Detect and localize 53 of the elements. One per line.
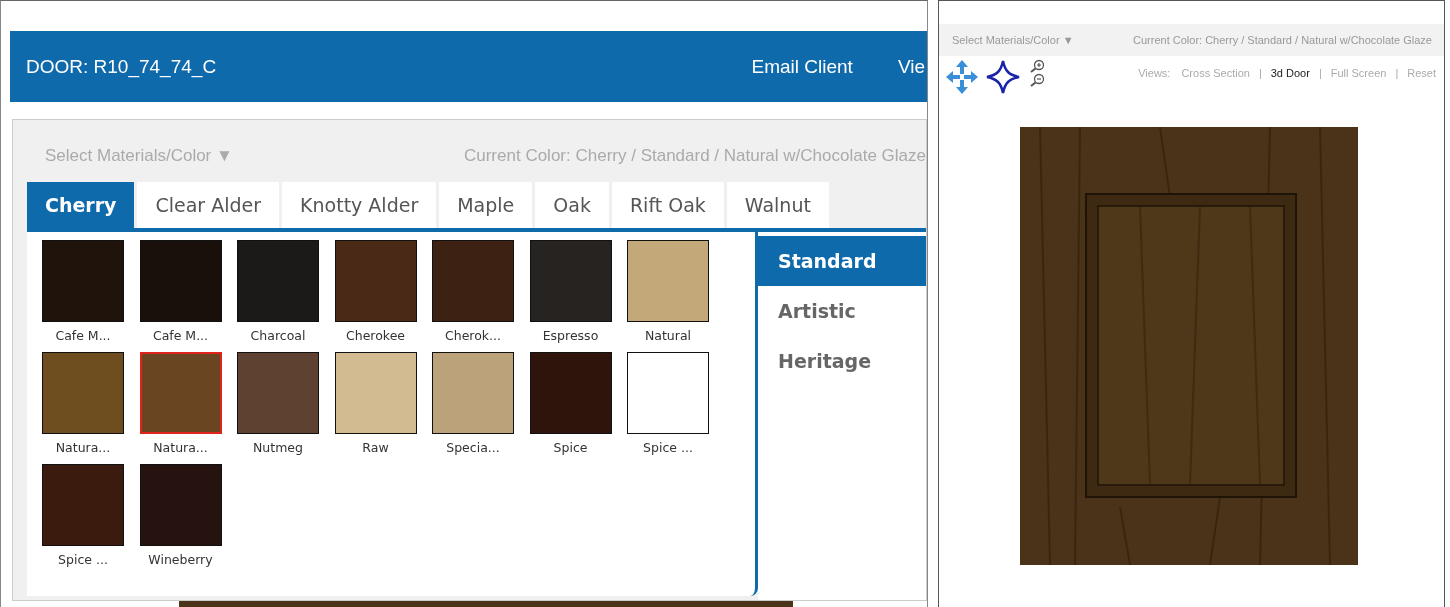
- swatch-label: Spice ...: [643, 439, 693, 457]
- separator-text: |: [1258, 67, 1262, 81]
- color-swatch[interactable]: [334, 240, 417, 322]
- swatch-label: Raw: [362, 439, 389, 457]
- header-link[interactable]: Vie: [897, 55, 925, 78]
- swatch-label: Cherokee: [346, 327, 405, 345]
- color-swatch[interactable]: [139, 464, 222, 546]
- swatch-label: Specia...: [446, 439, 500, 457]
- color-swatch[interactable]: [139, 352, 222, 434]
- separator-text: |: [1395, 67, 1399, 81]
- wood-tab[interactable]: Rift Oak: [611, 182, 724, 228]
- swatch-label: Cafe M...: [152, 327, 209, 345]
- swatch-label: Nutmeg: [253, 439, 303, 457]
- wood-tab[interactable]: Oak: [535, 182, 609, 228]
- current-color-text: Current Color: Cherry / Standard / Natural w/Chocolate Glaze: [1133, 34, 1432, 46]
- color-swatch[interactable]: [432, 240, 514, 322]
- zoom-out-icon[interactable]: [1029, 73, 1045, 87]
- color-swatch[interactable]: [42, 240, 124, 322]
- color-swatch[interactable]: [237, 240, 319, 322]
- zoom-in-icon[interactable]: [1029, 59, 1045, 73]
- wood-tab[interactable]: Knotty Alder: [282, 182, 437, 228]
- swatch-label: Spice ...: [58, 551, 108, 569]
- wood-tab[interactable]: Clear Alder: [137, 182, 280, 228]
- color-swatch[interactable]: [529, 240, 612, 322]
- swatch-label: Natura...: [55, 439, 111, 457]
- wood-tab[interactable]: Walnut: [726, 182, 829, 228]
- door-title: DOOR: R10_74_74_C: [26, 55, 217, 78]
- view-link[interactable]: 3d Door: [1270, 67, 1310, 95]
- swatch-label: Natural: [644, 327, 692, 345]
- separator-text: |: [1318, 67, 1322, 81]
- swatch-label: Charcoal: [250, 327, 306, 345]
- swatch-label: Espresso: [542, 327, 599, 345]
- color-swatch[interactable]: [237, 352, 319, 434]
- wood-tab[interactable]: Maple: [439, 182, 533, 228]
- color-swatch[interactable]: [334, 352, 417, 434]
- swatch-label: Wineberry: [148, 551, 213, 569]
- pan-arrows-icon[interactable]: [945, 59, 979, 95]
- header-link[interactable]: Email Client: [751, 55, 853, 78]
- color-swatch[interactable]: [627, 352, 709, 434]
- views-label: Views:: [1138, 67, 1171, 81]
- color-swatch[interactable]: [529, 352, 612, 434]
- color-swatch[interactable]: [42, 464, 124, 546]
- swatch-label: Cherok...: [445, 327, 501, 345]
- color-swatch[interactable]: [432, 352, 514, 434]
- current-color-text: Current Color: Cherry / Standard / Natural w/Chocolate Glaze: [463, 146, 926, 166]
- swatch-label: Cafe M...: [55, 327, 111, 345]
- wood-tab[interactable]: Cherry: [27, 182, 135, 228]
- swatch-label: Spice: [553, 439, 588, 457]
- color-swatch[interactable]: [42, 352, 124, 434]
- finish-option[interactable]: Standard: [758, 236, 926, 286]
- swatch-label: Natura...: [153, 439, 208, 457]
- color-swatch[interactable]: [139, 240, 222, 322]
- color-swatch[interactable]: [627, 240, 709, 322]
